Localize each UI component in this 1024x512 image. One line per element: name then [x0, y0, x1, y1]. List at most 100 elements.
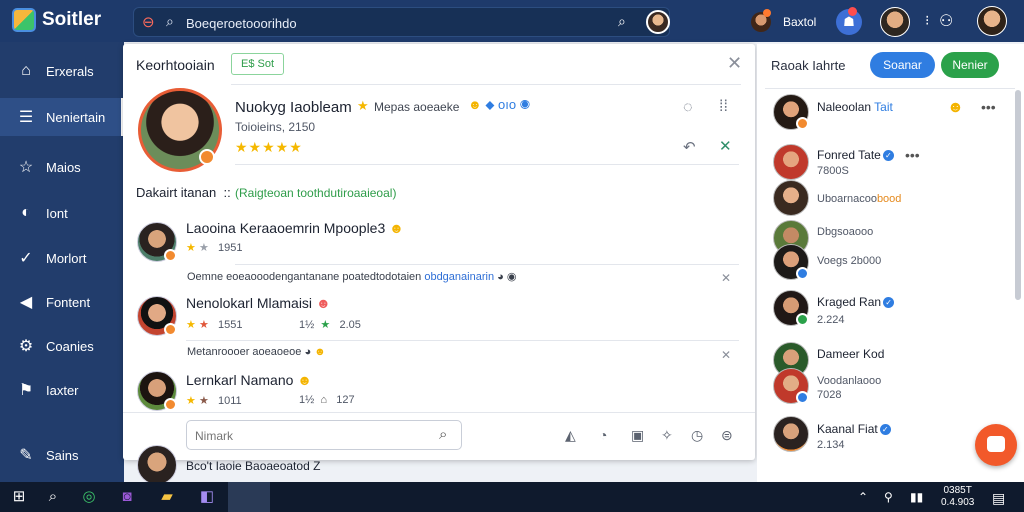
contact-avatar[interactable] [773, 180, 809, 216]
search-submit-icon[interactable]: ⌕ [618, 13, 626, 30]
chat-icon[interactable]: ◌ [683, 99, 693, 117]
comment-composer[interactable]: ⌕ [186, 420, 462, 450]
comment-author-name: Laooina Keraaoemrin Mpoople3 [186, 220, 386, 236]
search-avatar[interactable] [646, 10, 670, 34]
verified-icon: ⬥ [485, 97, 495, 112]
nav-label: Iont [46, 205, 68, 221]
comment-avatar[interactable] [137, 371, 177, 411]
attach-icon[interactable]: ◭ [565, 427, 576, 444]
app-icon-chat[interactable]: ◎ [80, 488, 98, 506]
upvote-icon[interactable]: ⌂ [320, 394, 327, 406]
send-icon[interactable]: ⊜ [721, 427, 733, 444]
app-logo[interactable]: Soitler [12, 8, 101, 32]
search-icon[interactable]: ⌕ [439, 426, 447, 443]
clock-icon[interactable]: ◷ [691, 427, 703, 444]
nav-item-mains[interactable]: ☆ Maios [0, 148, 124, 186]
contact-meta-highlight: bood [876, 193, 902, 205]
topbar-user-label[interactable]: Baxtol [783, 15, 816, 29]
close-icon[interactable]: ✕ [727, 53, 742, 74]
nav-item-sains[interactable]: ✎ Sains [0, 436, 124, 474]
close-icon[interactable]: ✕ [721, 348, 731, 362]
account-avatar[interactable] [977, 6, 1007, 36]
home-icon: ⌂ [21, 62, 31, 79]
taskbar: ⊞ ⌕ ◎ ◙ ▰ ◧ ◍ ⌃ ⚲ ▮▮ 0385T0.4.903 ▤ [0, 482, 1024, 512]
more-icon[interactable]: ••• [905, 147, 920, 163]
alert-dot [848, 7, 857, 16]
nav-item-iaxter[interactable]: ⚑ Iaxter [0, 371, 124, 409]
reply-icon[interactable]: ↶ [683, 138, 696, 156]
peek-avatar[interactable] [137, 445, 177, 485]
star-icon: ★ [357, 98, 369, 113]
more-icon[interactable]: ••• [981, 99, 996, 115]
comment-score: 2.05 [339, 319, 361, 331]
primary-button[interactable]: Soanar [870, 52, 935, 78]
secondary-button[interactable]: Nenier [941, 52, 999, 78]
flag-icon: ⚑ [18, 382, 34, 399]
search-bar[interactable]: ⊖ ⌕ ⌕ [133, 7, 670, 37]
chat-fab-button[interactable] [975, 424, 1017, 466]
start-icon[interactable]: ⊞ [10, 488, 28, 506]
panel-chip[interactable]: E$ Sot [231, 53, 285, 75]
comment-author: Lernkarl Namano ☻ [186, 372, 312, 388]
app-name: Soitler [42, 9, 102, 30]
scrollbar[interactable] [1015, 90, 1021, 300]
nav-item-fontent[interactable]: ◀ Fontent [0, 283, 124, 321]
nav-label: Coanies [46, 338, 94, 354]
contact-name[interactable]: Naleoolan Tait [817, 100, 893, 114]
contact-name[interactable]: Dameer Kod [817, 347, 884, 361]
comment-avatar[interactable] [137, 222, 177, 262]
nav-item-general[interactable]: ⌂ Erxerals [0, 52, 124, 90]
contact-name[interactable]: Fonred Tate ✓ [817, 148, 894, 162]
clock-time: 0385T [943, 485, 972, 496]
app-icon-media[interactable]: ◙ [118, 488, 136, 506]
comment-reply-count: 1½ [299, 394, 315, 406]
more-grid-icon[interactable]: ⁞⁞ [719, 98, 728, 116]
contact-meta-text: Uboarnacoo [817, 193, 877, 205]
contact-name[interactable]: Kaanal Fiat ✓ [817, 422, 891, 436]
account-icon[interactable]: ⚇ [939, 11, 953, 31]
smile-icon[interactable]: ☻ [947, 99, 964, 117]
profile-avatar[interactable] [138, 88, 222, 172]
upvote-icon[interactable]: ★ [320, 319, 330, 331]
notification-center-icon[interactable]: ▤ [992, 490, 1005, 507]
star-icon: ☆ [18, 159, 34, 176]
emoji-icon: ◕ [304, 346, 312, 358]
app-icon-store[interactable]: ◧ [198, 488, 216, 506]
comment-author-name: Nenolokarl Mlamaisi [186, 295, 313, 311]
nav-item-coanies[interactable]: ⚙ Coanies [0, 327, 124, 365]
emoji-tool-icon[interactable]: ◔ [599, 427, 607, 443]
nav-item-newsfeed[interactable]: ☰ Neniertain [0, 98, 124, 136]
close-icon[interactable]: ✕ [721, 271, 731, 285]
contact-avatar[interactable] [773, 368, 809, 404]
contact-avatar[interactable] [773, 290, 809, 326]
nav-item-morlort[interactable]: ✓ Morlort [0, 239, 124, 277]
folder-icon[interactable]: ▰ [158, 488, 176, 506]
dismiss-icon[interactable]: ✕ [719, 137, 732, 155]
search-icon[interactable]: ⌕ [44, 488, 62, 506]
notifications-icon[interactable]: ☗ [836, 7, 862, 35]
search-input[interactable] [186, 13, 606, 33]
profile-avatar-top[interactable] [880, 7, 910, 37]
system-clock[interactable]: 0385T 0.4.903 [941, 485, 974, 509]
network-icon[interactable]: ⚲ [884, 490, 893, 504]
record-icon[interactable]: ⊖ [142, 13, 155, 31]
comment-rating: 1011 [217, 395, 242, 407]
section-link[interactable]: (Raigteoan toothdutiroaaieoal) [235, 186, 396, 200]
more-icon[interactable]: ⁝ [925, 12, 929, 29]
nav-item-iont[interactable]: ◐ Iont [0, 194, 124, 232]
contact-name-text: Kraged Ran [817, 295, 882, 309]
online-badge [796, 391, 809, 404]
image-icon[interactable]: ▣ [631, 427, 644, 444]
reply-link[interactable]: obdganainarin [424, 271, 494, 283]
contact-avatar[interactable] [773, 144, 809, 180]
contact-avatar[interactable] [773, 94, 809, 130]
divider [235, 264, 739, 265]
signal-icon[interactable]: ▮▮ [910, 490, 923, 504]
chevron-up-icon[interactable]: ⌃ [858, 490, 868, 504]
contact-avatar[interactable] [773, 416, 809, 452]
location-icon[interactable]: ✧ [661, 427, 673, 444]
comment-input[interactable] [195, 427, 425, 445]
contact-avatar[interactable] [773, 244, 809, 280]
comment-avatar[interactable] [137, 296, 177, 336]
contact-name[interactable]: Kraged Ran ✓ [817, 295, 895, 309]
